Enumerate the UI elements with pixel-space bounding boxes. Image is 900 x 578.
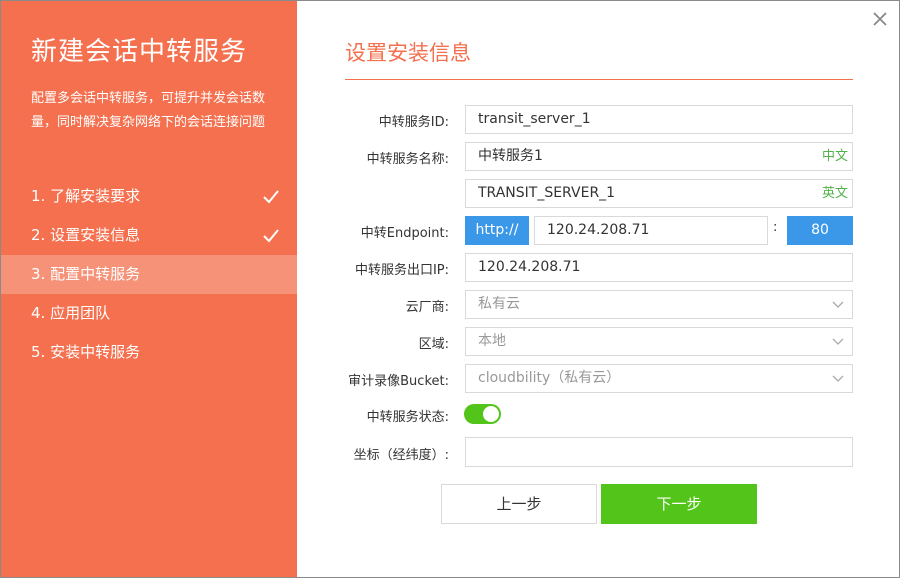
egress-ip-value: 120.24.208.71 xyxy=(478,259,581,275)
sidebar: 新建会话中转服务 配置多会话中转服务，可提升并发会话数量，同时解决复杂网络下的会… xyxy=(1,1,297,577)
step-label: 5. 安装中转服务 xyxy=(31,343,141,361)
status-label: 中转服务状态: xyxy=(366,410,449,425)
region-select[interactable]: 本地 xyxy=(465,327,853,356)
server-id-input[interactable]: transit_server_1 xyxy=(465,105,853,134)
audit-bucket-select[interactable]: cloudbility（私有云） xyxy=(465,364,853,393)
server-name-en-input[interactable]: TRANSIT_SERVER_1 英文 xyxy=(465,179,853,208)
server-name-cn-input[interactable]: 中转服务1 中文 xyxy=(465,142,853,171)
dialog-window: 新建会话中转服务 配置多会话中转服务，可提升并发会话数量，同时解决复杂网络下的会… xyxy=(0,0,900,578)
cloud-vendor-select[interactable]: 私有云 xyxy=(465,290,853,319)
audit-bucket-value: cloudbility（私有云） xyxy=(478,370,621,386)
port-separator: : xyxy=(773,220,778,235)
step-item-3[interactable]: 3. 配置中转服务 xyxy=(1,255,297,294)
chinese-suffix: 中文 xyxy=(821,149,848,164)
coordinates-label: 坐标（经纬度）: xyxy=(353,448,449,463)
region-value: 本地 xyxy=(478,333,506,349)
region-label: 区域: xyxy=(418,337,449,352)
server-name-en-value: TRANSIT_SERVER_1 xyxy=(478,185,616,201)
page-title: 设置安装信息 xyxy=(345,41,471,65)
check-icon xyxy=(263,190,279,204)
step-label: 2. 设置安装信息 xyxy=(31,226,141,244)
egress-ip-label: 中转服务出口IP: xyxy=(354,263,449,278)
endpoint-host-input[interactable]: 120.24.208.71 xyxy=(534,216,768,245)
step-label: 1. 了解安装要求 xyxy=(31,187,141,205)
server-id-value: transit_server_1 xyxy=(478,111,591,127)
step-item-2[interactable]: 2. 设置安装信息 xyxy=(1,216,297,255)
english-suffix: 英文 xyxy=(821,186,848,201)
cloud-vendor-label: 云厂商: xyxy=(405,300,449,315)
title-divider xyxy=(345,79,853,80)
endpoint-label: 中转Endpoint: xyxy=(360,226,449,241)
protocol-select[interactable]: http:// xyxy=(465,216,529,245)
egress-ip-input[interactable]: 120.24.208.71 xyxy=(465,253,853,282)
chevron-down-icon xyxy=(832,375,844,382)
previous-step-button[interactable]: 上一步 xyxy=(441,484,597,524)
endpoint-host-value: 120.24.208.71 xyxy=(547,222,650,238)
step-item-4[interactable]: 4. 应用团队 xyxy=(1,294,297,333)
next-step-button[interactable]: 下一步 xyxy=(601,484,757,524)
sidebar-description: 配置多会话中转服务，可提升并发会话数量，同时解决复杂网络下的会话连接问题 xyxy=(31,91,266,130)
chevron-down-icon xyxy=(832,301,844,308)
step-list: 1. 了解安装要求 2. 设置安装信息 3. 配置中转服务 4. 应用团队 5.… xyxy=(1,177,297,372)
server-id-label: 中转服务ID: xyxy=(378,115,449,130)
check-icon xyxy=(263,229,279,243)
chevron-down-icon xyxy=(832,338,844,345)
endpoint-port-input[interactable]: 80 xyxy=(787,216,853,245)
step-label: 3. 配置中转服务 xyxy=(31,265,141,283)
step-item-5[interactable]: 5. 安装中转服务 xyxy=(1,333,297,372)
server-name-label: 中转服务名称: xyxy=(366,152,449,167)
status-toggle[interactable] xyxy=(464,404,501,424)
sidebar-title: 新建会话中转服务 xyxy=(31,37,248,67)
toggle-knob xyxy=(483,406,499,422)
step-item-1[interactable]: 1. 了解安装要求 xyxy=(1,177,297,216)
audit-bucket-label: 审计录像Bucket: xyxy=(348,374,449,389)
step-label: 4. 应用团队 xyxy=(31,304,111,322)
coordinates-input[interactable] xyxy=(465,437,853,467)
close-icon[interactable] xyxy=(871,10,889,28)
server-name-cn-value: 中转服务1 xyxy=(478,148,543,164)
cloud-vendor-value: 私有云 xyxy=(478,296,520,312)
